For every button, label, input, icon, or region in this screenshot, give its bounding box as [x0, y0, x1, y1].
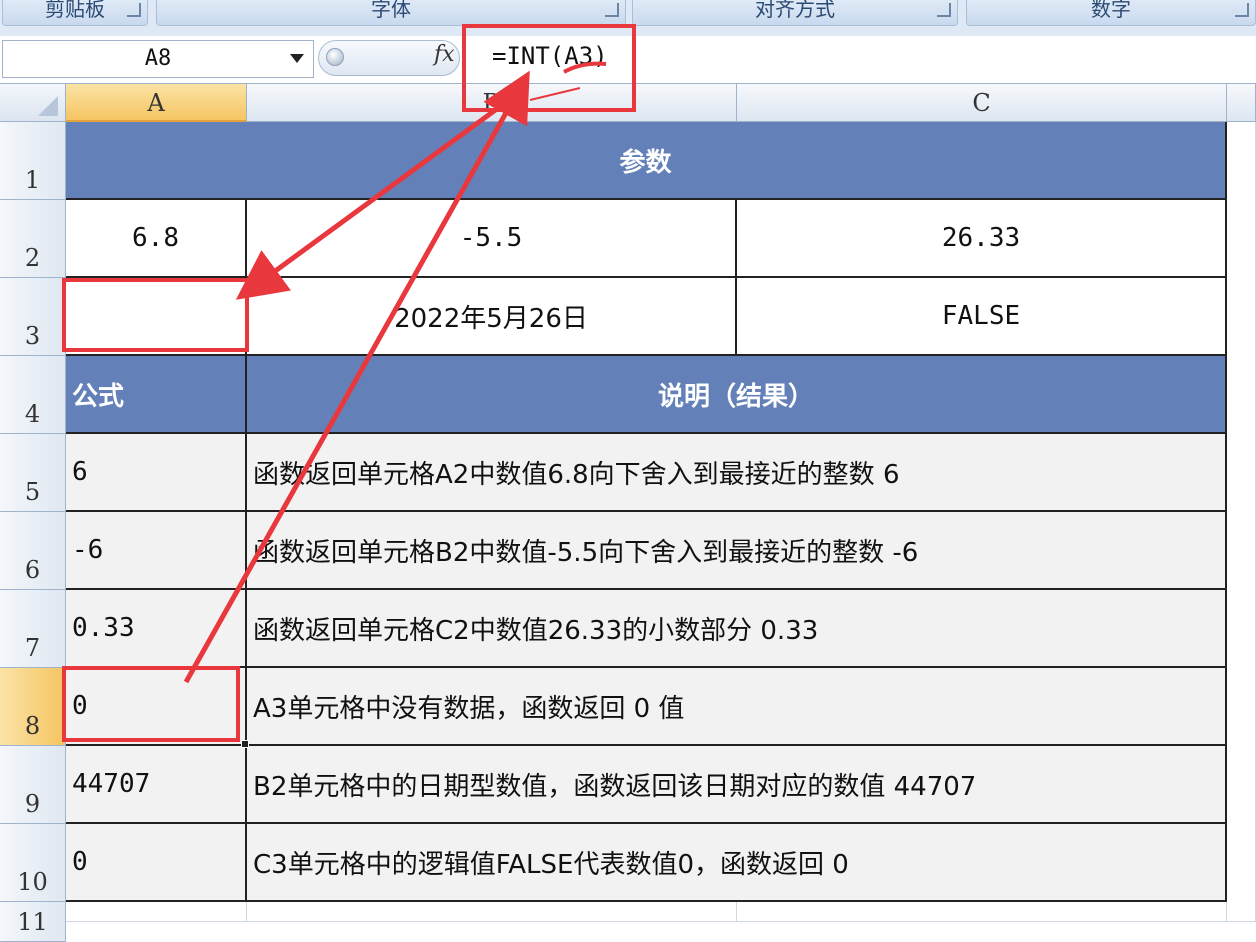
column-header-c[interactable]: C [737, 84, 1227, 122]
row-header-2[interactable]: 2 [0, 200, 66, 278]
select-all-icon [38, 96, 58, 116]
row-header-11[interactable]: 11 [0, 902, 66, 942]
annotation-box-a3 [62, 278, 249, 352]
cell-b3[interactable]: 2022年5月26日 [247, 278, 737, 356]
cell-c11[interactable] [737, 902, 1227, 922]
row-header-8[interactable]: 8 [0, 668, 66, 746]
annotation-box-a8 [62, 666, 240, 742]
cell-a7[interactable]: 0.33 [66, 590, 247, 668]
row-header-6[interactable]: 6 [0, 512, 66, 590]
dialog-launcher-icon[interactable] [937, 3, 951, 17]
dialog-launcher-icon[interactable] [1235, 3, 1249, 17]
ribbon-group-alignment-label: 对齐方式 [755, 0, 835, 21]
cell-b6[interactable]: 函数返回单元格B2中数值-5.5向下舍入到最接近的整数 -6 [247, 512, 1227, 590]
row-header-4[interactable]: 4 [0, 356, 66, 434]
cell-b10[interactable]: C3单元格中的逻辑值FALSE代表数值0，函数返回 0 [247, 824, 1227, 902]
ribbon-group-font-label: 字体 [371, 0, 411, 21]
cell-b9[interactable]: B2单元格中的日期型数值，函数返回该日期对应的数值 44707 [247, 746, 1227, 824]
cell-c2[interactable]: 26.33 [737, 200, 1227, 278]
insert-function-icon[interactable]: fx [434, 42, 455, 67]
ribbon-group-font[interactable]: 字体 [156, 0, 626, 26]
row-header-1[interactable]: 1 [0, 122, 66, 200]
column-header-d[interactable] [1227, 84, 1256, 122]
ribbon-group-alignment[interactable]: 对齐方式 [632, 0, 958, 26]
name-box[interactable]: A8 [2, 40, 314, 78]
ribbon-group-clipboard[interactable]: 剪贴板 [2, 0, 148, 26]
cell-a9[interactable]: 44707 [66, 746, 247, 824]
cell-b11[interactable] [247, 902, 737, 922]
cell-b5[interactable]: 函数返回单元格A2中数值6.8向下舍入到最接近的整数 6 [247, 434, 1227, 512]
cell-b2[interactable]: -5.5 [247, 200, 737, 278]
cell-a6[interactable]: -6 [66, 512, 247, 590]
params-header-cell[interactable]: 参数 [66, 122, 1227, 200]
row-header-10[interactable]: 10 [0, 824, 66, 902]
fill-handle[interactable] [241, 740, 249, 748]
cell-a11[interactable] [66, 902, 247, 922]
row-header-9[interactable]: 9 [0, 746, 66, 824]
cell-a5[interactable]: 6 [66, 434, 247, 512]
ribbon-group-clipboard-label: 剪贴板 [45, 0, 105, 21]
column-header-a[interactable]: A [66, 84, 247, 122]
description-header-cell[interactable]: 说明（结果） [247, 356, 1227, 434]
annotation-box-formula [462, 24, 636, 112]
chevron-down-icon[interactable] [290, 54, 304, 63]
column-d-strip[interactable] [1227, 122, 1256, 922]
cell-a2[interactable]: 6.8 [66, 200, 247, 278]
ribbon-group-number[interactable]: 数字 [966, 0, 1256, 26]
resize-knob-icon[interactable] [326, 48, 344, 66]
cell-b8[interactable]: A3单元格中没有数据，函数返回 0 值 [247, 668, 1227, 746]
cell-c3[interactable]: FALSE [737, 278, 1227, 356]
formula-header-cell[interactable]: 公式 [66, 356, 247, 434]
dialog-launcher-icon[interactable] [127, 3, 141, 17]
cell-b7[interactable]: 函数返回单元格C2中数值26.33的小数部分 0.33 [247, 590, 1227, 668]
dialog-launcher-icon[interactable] [605, 3, 619, 17]
row-header-5[interactable]: 5 [0, 434, 66, 512]
row-header-7[interactable]: 7 [0, 590, 66, 668]
cell-a10[interactable]: 0 [66, 824, 247, 902]
row-header-3[interactable]: 3 [0, 278, 66, 356]
ribbon-group-number-label: 数字 [1091, 0, 1131, 21]
